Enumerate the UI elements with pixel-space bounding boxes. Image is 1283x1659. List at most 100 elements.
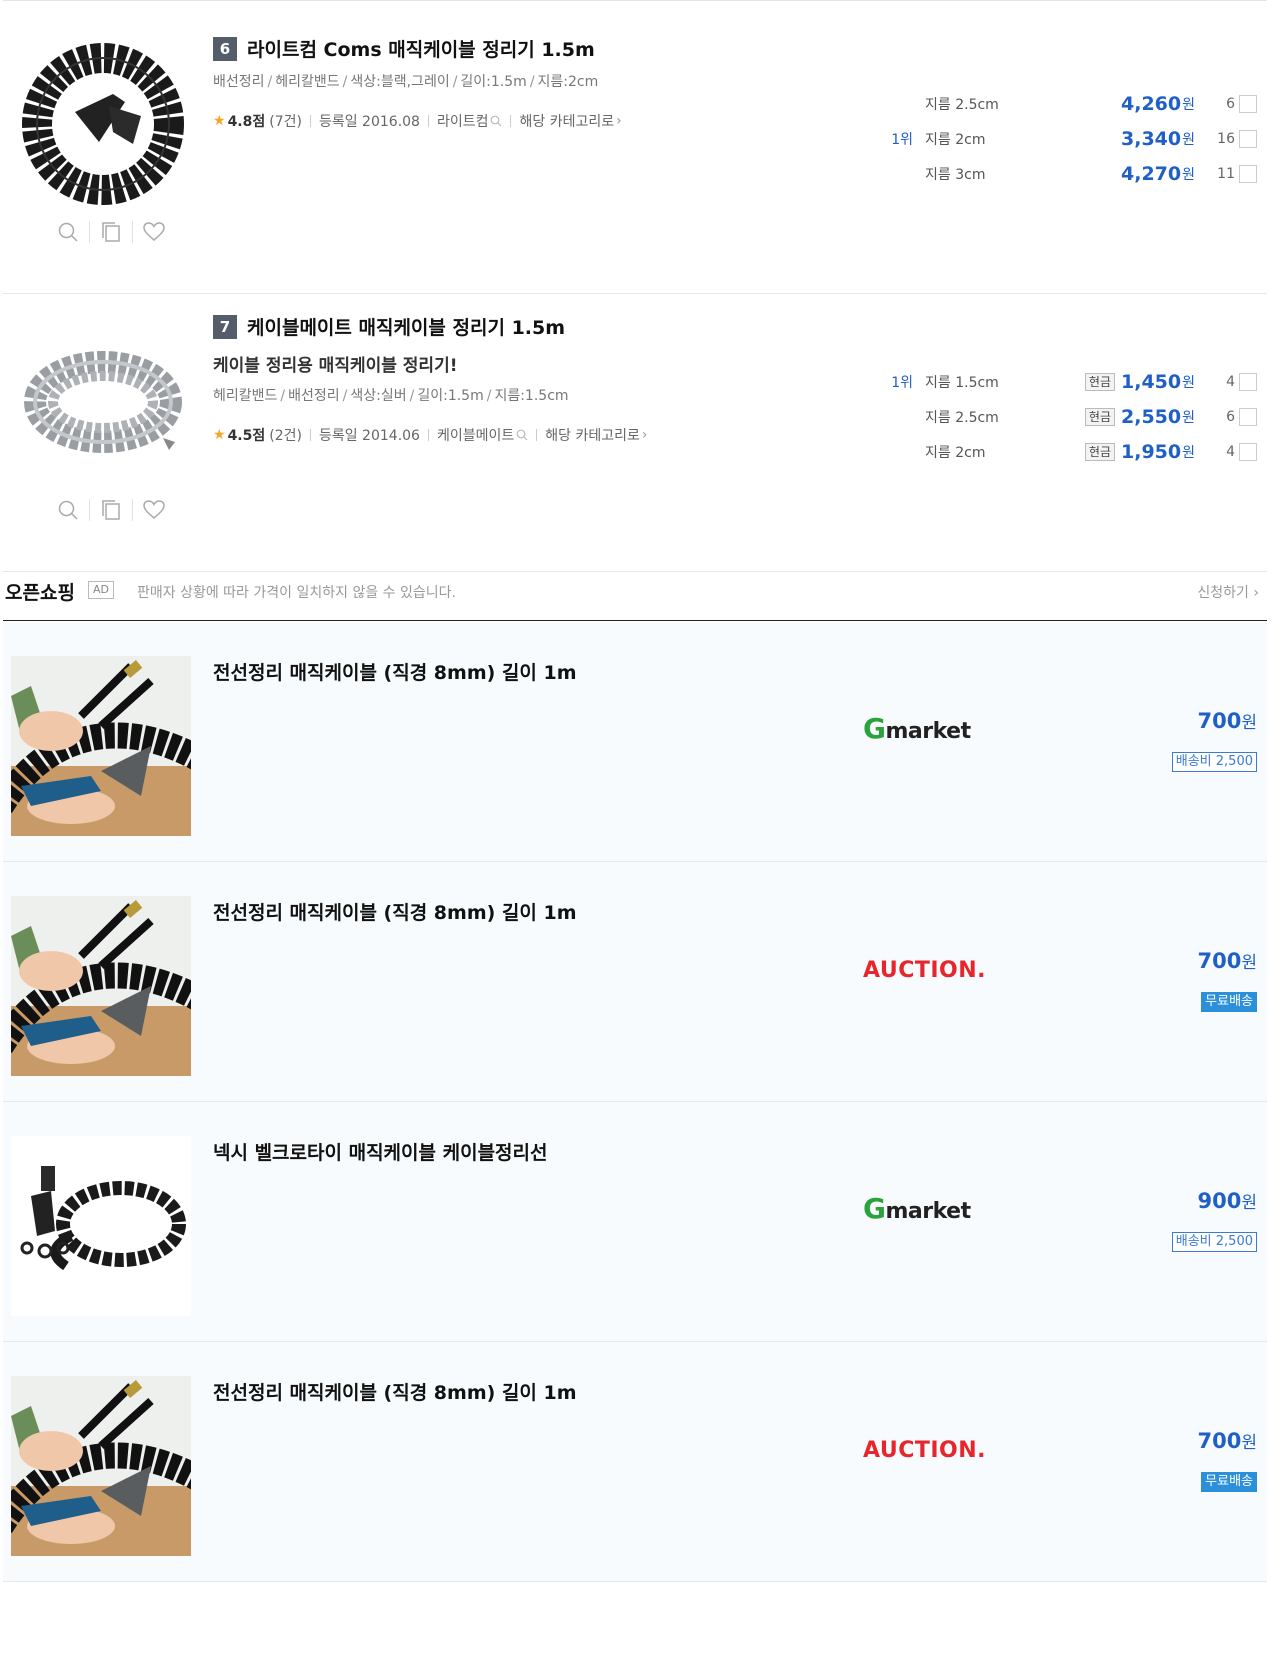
- cash-badge: 현금: [1084, 443, 1115, 461]
- maker-link[interactable]: 라이트컴: [437, 111, 489, 131]
- registered-date: 등록일 2016.08: [318, 114, 420, 130]
- option-rank: 1위: [891, 132, 913, 148]
- compare-icon[interactable]: [90, 220, 132, 244]
- product-item: 6 라이트컴 Coms 매직케이블 정리기 1.5m 배선정리 / 헤리칼밴드 / 색상…: [3, 0, 1267, 294]
- mall-count[interactable]: 11: [1195, 166, 1235, 182]
- price-option[interactable]: 지름 3cm 4,270 원 11: [837, 160, 1257, 188]
- mall-count[interactable]: 4: [1195, 444, 1235, 460]
- chevron-right-icon: ›: [1253, 585, 1259, 601]
- price-option[interactable]: 1위 지름 2cm 3,340 원 16: [837, 125, 1257, 153]
- compare-icon[interactable]: [90, 498, 132, 522]
- apply-link[interactable]: 신청하기 ›: [1197, 582, 1259, 602]
- price-notice: 판매자 상황에 따라 가격이 일치하지 않을 수 있습니다.: [137, 585, 456, 601]
- ad-title[interactable]: 전선정리 매직케이블 (직경 8mm) 길이 1m: [213, 898, 577, 925]
- rating: 4.8점: [227, 114, 266, 130]
- product-specs: 배선정리 / 헤리칼밴드 / 색상:블랙,그레이 / 길이:1.5m / 지름:2cm: [213, 74, 599, 90]
- ad-item: 전선정리 매직케이블 (직경 8mm) 길이 1m Gmarket 700원 배…: [3, 622, 1267, 862]
- ad-price[interactable]: 700원: [1198, 948, 1257, 973]
- section-title: 오픈쇼핑: [5, 582, 75, 604]
- option-price[interactable]: 3,340: [1121, 128, 1181, 150]
- ad-badge: AD: [88, 581, 114, 599]
- mall-count[interactable]: 16: [1195, 131, 1235, 147]
- auction-logo[interactable]: AUCTION.: [863, 1438, 986, 1463]
- product-image[interactable]: [13, 32, 193, 212]
- review-count[interactable]: (2건): [269, 425, 302, 445]
- product-title[interactable]: 케이블메이트 매직케이블 정리기 1.5m: [247, 313, 565, 340]
- search-icon[interactable]: [490, 115, 502, 127]
- product-actions: [47, 498, 175, 522]
- compare-checkbox[interactable]: [1239, 130, 1257, 148]
- spec-item[interactable]: 헤리칼밴드: [213, 388, 277, 404]
- mall-count[interactable]: 6: [1195, 96, 1235, 112]
- gmarket-logo[interactable]: Gmarket: [863, 1192, 971, 1225]
- zoom-icon[interactable]: [47, 220, 89, 244]
- spec-item: 색상:블랙,그레이: [350, 74, 450, 90]
- chevron-right-icon: ›: [641, 427, 648, 443]
- shipping-badge: 무료배송: [1201, 992, 1257, 1012]
- compare-checkbox[interactable]: [1239, 408, 1257, 426]
- ad-item: 전선정리 매직케이블 (직경 8mm) 길이 1m AUCTION. 700원 …: [3, 1342, 1267, 1582]
- mall-count[interactable]: 6: [1195, 409, 1235, 425]
- option-spec: 지름 2cm: [925, 132, 986, 148]
- option-spec: 지름 3cm: [925, 167, 986, 183]
- spec-item: 지름:1.5cm: [494, 388, 569, 404]
- product-actions: [47, 220, 175, 244]
- compare-checkbox[interactable]: [1239, 373, 1257, 391]
- rank-badge: 6: [213, 36, 237, 61]
- gmarket-logo[interactable]: Gmarket: [863, 712, 971, 745]
- product-title[interactable]: 라이트컴 Coms 매직케이블 정리기 1.5m: [247, 35, 595, 62]
- compare-checkbox[interactable]: [1239, 95, 1257, 113]
- maker-link[interactable]: 케이블메이트: [437, 425, 514, 445]
- category-link[interactable]: 해당 카테고리로: [545, 425, 640, 445]
- mall-count[interactable]: 4: [1195, 374, 1235, 390]
- price-option[interactable]: 지름 2.5cm 현금 2,550 원 6: [837, 403, 1257, 431]
- price-option[interactable]: 1위 지름 1.5cm 현금 1,450 원 4: [837, 368, 1257, 396]
- product-image[interactable]: [13, 310, 193, 490]
- ad-image[interactable]: [11, 1376, 191, 1556]
- ad-price[interactable]: 700원: [1198, 1428, 1257, 1453]
- chevron-right-icon: ›: [616, 113, 622, 129]
- price-option[interactable]: 지름 2cm 현금 1,950 원 4: [837, 438, 1257, 466]
- cash-badge: 현금: [1084, 408, 1115, 426]
- option-price[interactable]: 4,260: [1121, 93, 1181, 115]
- product-title-row: 7 케이블메이트 매직케이블 정리기 1.5m: [213, 313, 565, 340]
- product-item: 7 케이블메이트 매직케이블 정리기 1.5m 케이블 정리용 매직케이블 정리…: [3, 278, 1267, 572]
- product-title-row: 6 라이트컴 Coms 매직케이블 정리기 1.5m: [213, 35, 595, 62]
- spec-item: 길이:1.5m: [460, 74, 527, 90]
- ad-price[interactable]: 900원: [1198, 1188, 1257, 1213]
- star-icon: ★: [213, 427, 226, 443]
- heart-icon[interactable]: [133, 498, 175, 522]
- ad-image[interactable]: [11, 1136, 191, 1316]
- auction-logo[interactable]: AUCTION.: [863, 958, 986, 983]
- registered-date: 등록일 2014.06: [318, 428, 420, 444]
- compare-checkbox[interactable]: [1239, 443, 1257, 461]
- category-link[interactable]: 해당 카테고리로: [519, 111, 614, 131]
- spec-item: 색상:실버: [350, 388, 407, 404]
- review-count[interactable]: (7건): [269, 111, 302, 131]
- spec-item: 길이:1.5m: [417, 388, 484, 404]
- spec-item[interactable]: 헤리칼밴드: [275, 74, 339, 90]
- option-price[interactable]: 1,450: [1121, 371, 1181, 393]
- ad-title[interactable]: 넥시 벨크로타이 매직케이블 케이블정리선: [213, 1138, 548, 1165]
- product-meta: ★ 4.8점 (7건) 등록일 2016.08 라이트컴 해당 카테고리로 ›: [213, 111, 622, 131]
- option-price[interactable]: 1,950: [1121, 441, 1181, 463]
- ad-image[interactable]: [11, 656, 191, 836]
- heart-icon[interactable]: [133, 220, 175, 244]
- option-rank: 1위: [891, 375, 913, 391]
- option-price[interactable]: 2,550: [1121, 406, 1181, 428]
- spec-item[interactable]: 배선정리: [213, 74, 265, 90]
- ad-title[interactable]: 전선정리 매직케이블 (직경 8mm) 길이 1m: [213, 658, 577, 685]
- option-price[interactable]: 4,270: [1121, 163, 1181, 185]
- option-spec: 지름 2cm: [925, 445, 986, 461]
- compare-checkbox[interactable]: [1239, 165, 1257, 183]
- cash-badge: 현금: [1084, 373, 1115, 391]
- ad-title[interactable]: 전선정리 매직케이블 (직경 8mm) 길이 1m: [213, 1378, 577, 1405]
- spec-item[interactable]: 배선정리: [288, 388, 340, 404]
- ad-image[interactable]: [11, 896, 191, 1076]
- zoom-icon[interactable]: [47, 498, 89, 522]
- open-shopping-header: 오픈쇼핑 AD 판매자 상황에 따라 가격이 일치하지 않을 수 있습니다. 신…: [3, 556, 1267, 621]
- ad-price[interactable]: 700원: [1198, 708, 1257, 733]
- search-icon[interactable]: [516, 429, 528, 441]
- option-spec: 지름 1.5cm: [925, 375, 999, 391]
- price-option[interactable]: 지름 2.5cm 4,260 원 6: [837, 90, 1257, 118]
